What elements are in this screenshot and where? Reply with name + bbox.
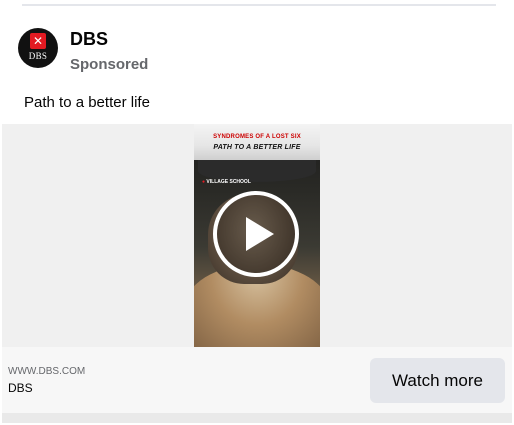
avatar[interactable]: ✕ DBS xyxy=(18,28,58,68)
post-caption: Path to a better life xyxy=(24,94,150,111)
media-area: SYNDROMES OF A LOST SIX PATH TO A BETTER… xyxy=(2,124,512,347)
link-domain: WWW.DBS.COM xyxy=(8,366,86,377)
thumbnail-subtitle: SYNDROMES OF A LOST SIX xyxy=(213,134,301,140)
dbs-logo-mark-icon: ✕ xyxy=(30,33,46,49)
location-pin-icon: ● xyxy=(202,179,206,185)
play-icon xyxy=(246,217,274,251)
page-name[interactable]: DBS xyxy=(70,29,148,50)
thumbnail-location-text: VILLAGE SCHOOL xyxy=(206,179,251,185)
bottom-divider xyxy=(2,413,512,423)
thumbnail-location: ● VILLAGE SCHOOL xyxy=(202,179,251,185)
post-names: DBS Sponsored xyxy=(70,28,148,73)
link-brand: DBS xyxy=(8,381,33,395)
top-divider xyxy=(22,4,496,6)
play-button[interactable] xyxy=(213,191,299,277)
watch-more-button[interactable]: Watch more xyxy=(370,358,505,403)
sponsored-label[interactable]: Sponsored xyxy=(70,56,148,73)
avatar-logo-text: DBS xyxy=(28,51,48,61)
thumbnail-title: PATH TO A BETTER LIFE xyxy=(213,144,301,151)
link-footer[interactable]: WWW.DBS.COM DBS Watch more xyxy=(2,347,512,413)
thumbnail-title-band xyxy=(194,124,320,160)
video-thumbnail[interactable]: SYNDROMES OF A LOST SIX PATH TO A BETTER… xyxy=(194,124,320,347)
post-header: ✕ DBS DBS Sponsored xyxy=(18,28,148,73)
